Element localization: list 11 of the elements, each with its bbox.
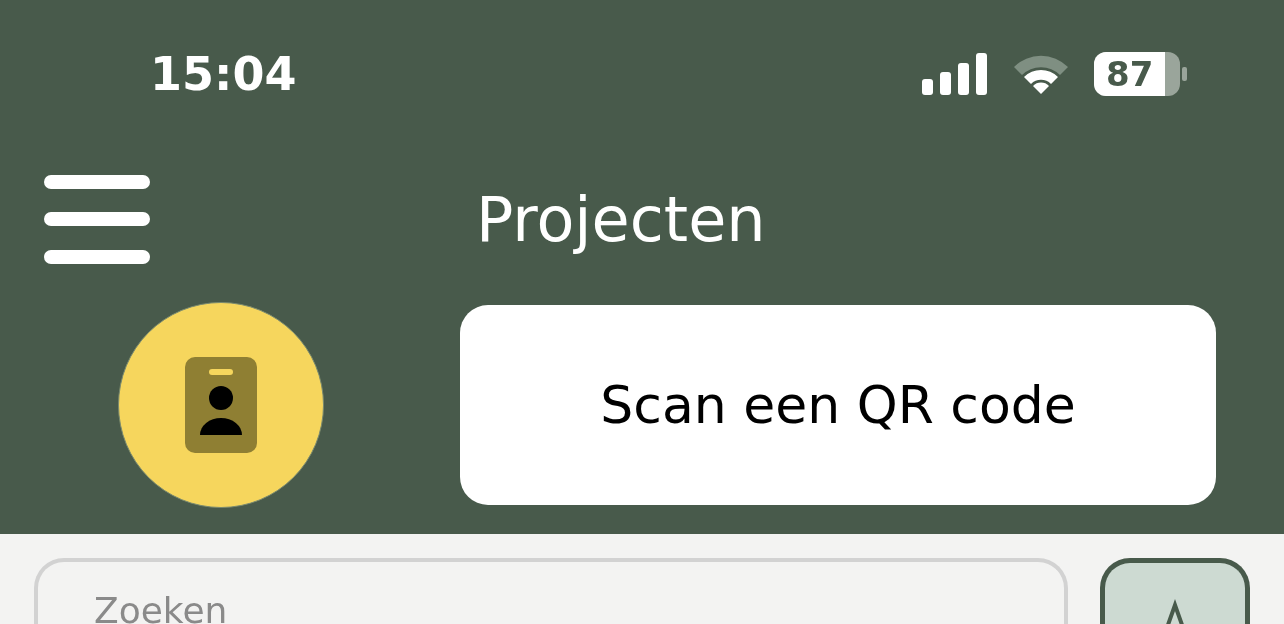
page-title: Projecten: [476, 182, 766, 256]
menu-icon[interactable]: [44, 175, 150, 267]
battery-icon: [1094, 52, 1188, 96]
battery-percentage: 87: [1106, 54, 1154, 94]
sort-button[interactable]: [1100, 558, 1250, 624]
search-field[interactable]: Zoeken: [34, 558, 1069, 624]
signal-icon: [922, 53, 988, 95]
status-time: 15:04: [150, 47, 297, 101]
scan-qr-button[interactable]: Scan een QR code: [460, 305, 1216, 505]
id-badge-icon: [185, 357, 257, 453]
wifi-icon: [1012, 53, 1070, 95]
